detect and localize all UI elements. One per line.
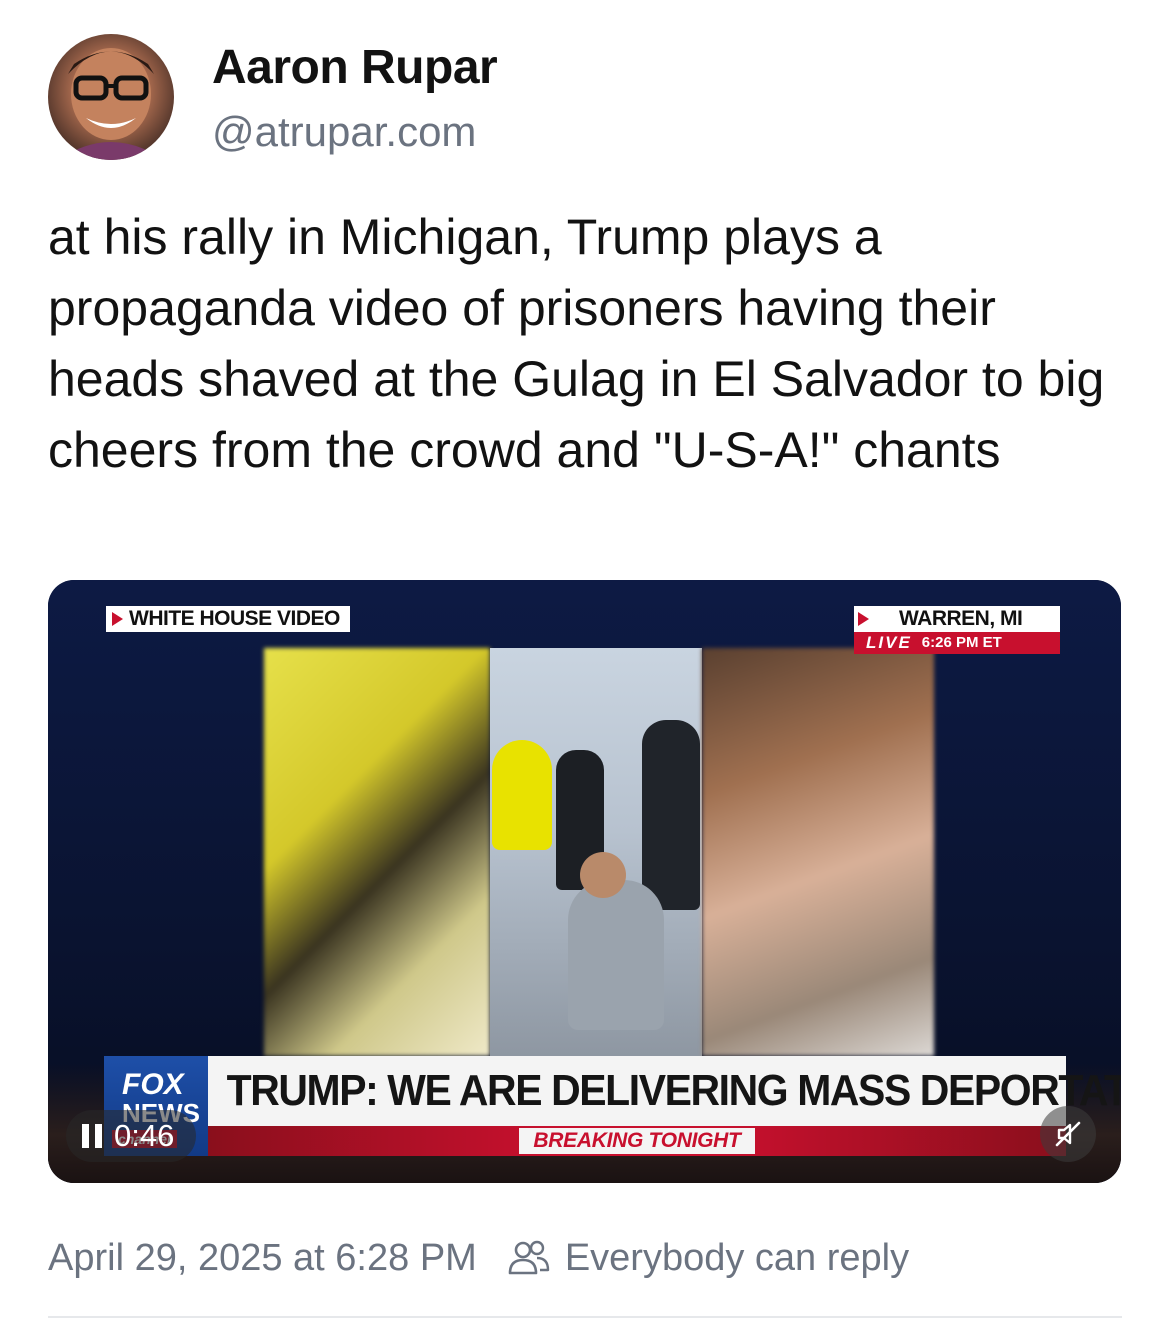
- logo-line1: FOX: [122, 1068, 184, 1101]
- source-label: WHITE HOUSE VIDEO: [106, 606, 350, 632]
- live-time: 6:26 PM ET: [921, 634, 1002, 651]
- pause-icon: [82, 1124, 102, 1148]
- live-badge: LIVE: [866, 633, 912, 652]
- post-timestamp[interactable]: April 29, 2025 at 6:28 PM: [48, 1237, 477, 1280]
- figure-guard: [642, 720, 700, 910]
- speaker-muted-icon: [1055, 1121, 1081, 1147]
- avatar-image: [58, 48, 164, 160]
- video-panel-left: [264, 648, 490, 1056]
- pause-button[interactable]: 0:46: [66, 1110, 197, 1162]
- figure-prisoner-head: [580, 852, 626, 898]
- people-icon: [508, 1240, 550, 1275]
- news-chyron: FOX NEWS channel TRUMP: WE ARE DELIVERIN…: [104, 1056, 1121, 1156]
- figure-barber: [492, 740, 552, 850]
- author-name[interactable]: Aaron Rupar: [212, 40, 498, 95]
- location-box: WARREN, MI LIVE 6:26 PM ET: [854, 606, 1060, 654]
- breaking-text: BREAKING TONIGHT: [519, 1128, 755, 1154]
- live-row: LIVE 6:26 PM ET: [854, 632, 1060, 654]
- mute-button[interactable]: [1040, 1106, 1096, 1162]
- reply-setting: Everybody can reply: [564, 1236, 910, 1279]
- headline-bar: TRUMP: WE ARE DELIVERING MASS DEPORTATIO…: [208, 1056, 1121, 1126]
- source-label-text: WHITE HOUSE VIDEO: [129, 607, 340, 630]
- play-triangle-icon: [858, 612, 869, 626]
- post-meta: April 29, 2025 at 6:28 PM Everybody can …: [48, 1230, 909, 1286]
- video-player[interactable]: WHITE HOUSE VIDEO WARREN, MI LIVE 6:26 P…: [48, 580, 1121, 1183]
- location-row: WARREN, MI: [854, 606, 1060, 632]
- location-text: WARREN, MI: [899, 607, 1023, 630]
- video-panel-right: [702, 648, 934, 1056]
- breaking-bar: BREAKING TONIGHT: [208, 1126, 1066, 1156]
- divider: [48, 1316, 1122, 1318]
- author-handle[interactable]: @atrupar.com: [212, 108, 476, 156]
- headline-text: TRUMP: WE ARE DELIVERING MASS DEPORTATIO…: [226, 1066, 1121, 1115]
- author-avatar[interactable]: [48, 34, 174, 160]
- figure-prisoner: [568, 880, 664, 1030]
- play-triangle-icon: [112, 612, 123, 626]
- post-text: at his rally in Michigan, Trump plays a …: [48, 209, 1105, 478]
- elapsed-time: 0:46: [114, 1118, 175, 1153]
